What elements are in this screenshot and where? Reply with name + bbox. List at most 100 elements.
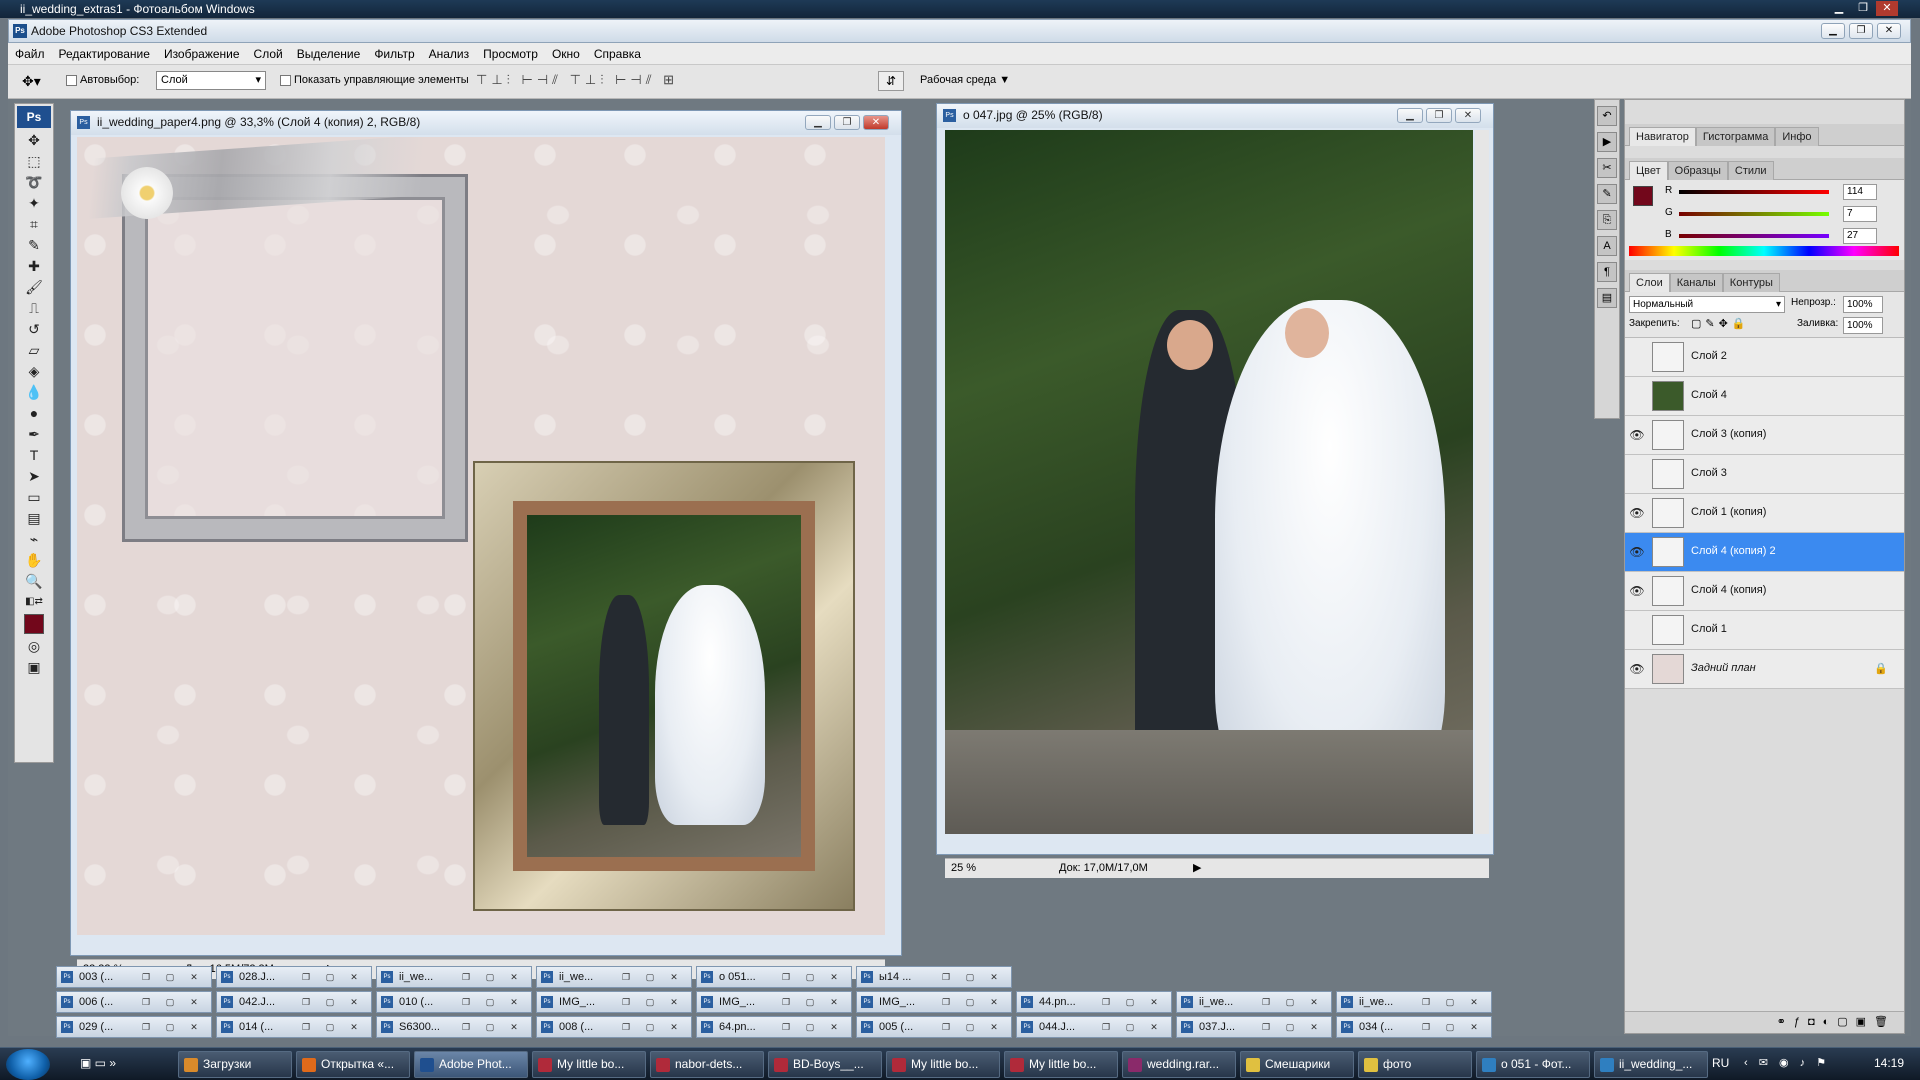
doc1-title-bar[interactable]: Ps ii_wedding_paper4.png @ 33,3% (Слой 4… bbox=[71, 111, 901, 135]
close-icon[interactable]: ✕ bbox=[505, 995, 523, 1009]
doc2-maximize-icon[interactable]: ❐ bbox=[1426, 108, 1452, 123]
taskbar-item[interactable]: о 051 - Фот... bbox=[1476, 1051, 1590, 1078]
maximize-icon[interactable]: ▢ bbox=[1121, 995, 1139, 1009]
restore-icon[interactable]: ❐ bbox=[777, 995, 795, 1009]
maximize-icon[interactable]: ▢ bbox=[641, 1020, 659, 1034]
ps-minimize-icon[interactable]: ▁ bbox=[1821, 23, 1845, 39]
restore-icon[interactable]: ❐ bbox=[457, 1020, 475, 1034]
tab-navigator[interactable]: Навигатор bbox=[1629, 127, 1696, 146]
taskbar-item[interactable]: My little bo... bbox=[1004, 1051, 1118, 1078]
layer-row[interactable]: Слой 1 bbox=[1625, 611, 1904, 650]
minimized-doc[interactable]: Ps ii_we... ❐ ▢ ✕ bbox=[376, 966, 532, 988]
restore-icon[interactable]: ❐ bbox=[1097, 995, 1115, 1009]
doc1-maximize-icon[interactable]: ❐ bbox=[834, 115, 860, 130]
notes-tool-icon[interactable]: ▤ bbox=[21, 508, 47, 528]
maximize-icon[interactable]: ▢ bbox=[641, 995, 659, 1009]
maximize-icon[interactable]: ▢ bbox=[481, 1020, 499, 1034]
foreground-color-swatch[interactable] bbox=[24, 614, 44, 634]
restore-icon[interactable]: ❐ bbox=[617, 995, 635, 1009]
taskbar-item[interactable]: Adobe Phot... bbox=[414, 1051, 528, 1078]
minimized-doc[interactable]: Ps 028.J... ❐ ▢ ✕ bbox=[216, 966, 372, 988]
maximize-icon[interactable]: ▢ bbox=[321, 970, 339, 984]
minimized-doc[interactable]: Ps 010 (... ❐ ▢ ✕ bbox=[376, 991, 532, 1013]
maximize-icon[interactable]: ▢ bbox=[641, 970, 659, 984]
autoselect-select[interactable]: Слой ▾ bbox=[156, 71, 266, 90]
menu-edit[interactable]: Редактирование bbox=[52, 43, 157, 65]
swap-colors-icon[interactable]: ◧⇄ bbox=[21, 592, 47, 612]
doc2-status-arrow-icon[interactable]: ▶ bbox=[1193, 859, 1201, 878]
minimized-doc[interactable]: Ps 029 (... ❐ ▢ ✕ bbox=[56, 1016, 212, 1038]
doc2-vscroll[interactable] bbox=[1475, 130, 1489, 834]
minimized-doc[interactable]: Ps 044.J... ❐ ▢ ✕ bbox=[1016, 1016, 1172, 1038]
paint-bucket-icon[interactable]: ◈ bbox=[21, 361, 47, 381]
bridge-icon[interactable]: ⇵ bbox=[878, 71, 904, 91]
taskbar-item[interactable]: Смешарики bbox=[1240, 1051, 1354, 1078]
tab-styles[interactable]: Стили bbox=[1727, 161, 1774, 180]
crop-tool-icon[interactable]: ⌗ bbox=[21, 214, 47, 234]
eraser-icon[interactable]: ▱ bbox=[21, 340, 47, 360]
taskbar-item[interactable]: Загрузки bbox=[178, 1051, 292, 1078]
visibility-eye-icon[interactable] bbox=[1629, 466, 1645, 482]
minimized-doc[interactable]: Ps 006 (... ❐ ▢ ✕ bbox=[56, 991, 212, 1013]
tab-color[interactable]: Цвет bbox=[1629, 161, 1668, 180]
menu-window[interactable]: Окно bbox=[545, 43, 587, 65]
close-icon[interactable]: ✕ bbox=[985, 995, 1003, 1009]
layer-row[interactable]: 👁 Слой 3 (копия) bbox=[1625, 416, 1904, 455]
screen-mode-icon[interactable]: ▣ bbox=[21, 657, 47, 677]
maximize-icon[interactable]: ▢ bbox=[161, 1020, 179, 1034]
paragraph-icon[interactable]: ¶ bbox=[1597, 262, 1617, 282]
visibility-eye-icon[interactable]: 👁 bbox=[1629, 505, 1645, 521]
visibility-eye-icon[interactable]: 👁 bbox=[1629, 661, 1645, 677]
restore-icon[interactable]: ❐ bbox=[937, 970, 955, 984]
restore-icon[interactable]: ❐ bbox=[137, 1020, 155, 1034]
minimized-doc[interactable]: Ps 003 (... ❐ ▢ ✕ bbox=[56, 966, 212, 988]
marquee-tool-icon[interactable]: ⬚ bbox=[21, 151, 47, 171]
blend-mode-select[interactable]: Нормальный ▾ bbox=[1629, 296, 1785, 313]
show-controls-checkbox[interactable] bbox=[280, 75, 291, 86]
restore-icon[interactable]: ❐ bbox=[617, 1020, 635, 1034]
minimized-doc[interactable]: Ps 005 (... ❐ ▢ ✕ bbox=[856, 1016, 1012, 1038]
ps-close-icon[interactable]: ✕ bbox=[1877, 23, 1901, 39]
taskbar-item[interactable]: My little bo... bbox=[532, 1051, 646, 1078]
minimized-doc[interactable]: Ps 44.pn... ❐ ▢ ✕ bbox=[1016, 991, 1172, 1013]
foreground-swatch[interactable] bbox=[1633, 186, 1653, 206]
visibility-eye-icon[interactable]: 👁 bbox=[1629, 544, 1645, 560]
tab-channels[interactable]: Каналы bbox=[1669, 273, 1723, 292]
minimized-doc[interactable]: Ps IMG_... ❐ ▢ ✕ bbox=[696, 991, 852, 1013]
layer-row[interactable]: 👁 Слой 1 (копия) bbox=[1625, 494, 1904, 533]
type-tool-icon[interactable]: T bbox=[21, 445, 47, 465]
close-icon[interactable]: ✕ bbox=[1465, 995, 1483, 1009]
doc2-close-icon[interactable]: ✕ bbox=[1455, 108, 1481, 123]
maximize-icon[interactable]: ▢ bbox=[321, 995, 339, 1009]
maximize-icon[interactable]: ▢ bbox=[1441, 995, 1459, 1009]
maximize-icon[interactable]: ▢ bbox=[481, 970, 499, 984]
restore-icon[interactable]: ❐ bbox=[137, 995, 155, 1009]
close-icon[interactable]: ✕ bbox=[345, 995, 363, 1009]
lasso-tool-icon[interactable]: ➰ bbox=[21, 172, 47, 192]
eyedropper-icon[interactable]: ✎ bbox=[21, 235, 47, 255]
g-slider[interactable] bbox=[1679, 212, 1829, 216]
b-slider[interactable] bbox=[1679, 234, 1829, 238]
menu-file[interactable]: Файл bbox=[8, 43, 52, 65]
maximize-icon[interactable]: ▢ bbox=[961, 1020, 979, 1034]
character-icon[interactable]: A bbox=[1597, 236, 1617, 256]
restore-icon[interactable]: ❐ bbox=[457, 970, 475, 984]
layer-row[interactable]: 👁 Задний план 🔒 bbox=[1625, 650, 1904, 689]
menu-filter[interactable]: Фильтр bbox=[367, 43, 421, 65]
pen-tool-icon[interactable]: ✒ bbox=[21, 424, 47, 444]
layer-row[interactable]: 👁 Слой 4 (копия) 2 bbox=[1625, 533, 1904, 572]
restore-icon[interactable]: ❐ bbox=[297, 1020, 315, 1034]
close-icon[interactable]: ✕ bbox=[345, 1020, 363, 1034]
close-icon[interactable]: ✕ bbox=[1465, 1020, 1483, 1034]
restore-icon[interactable]: ❐ bbox=[457, 995, 475, 1009]
visibility-eye-icon[interactable] bbox=[1629, 622, 1645, 638]
layers-footer-icons[interactable]: ⚭ƒ◘◐▢▣🗑 bbox=[1625, 1011, 1904, 1033]
visibility-eye-icon[interactable]: 👁 bbox=[1629, 583, 1645, 599]
restore-icon[interactable]: ❐ bbox=[137, 970, 155, 984]
menu-layer[interactable]: Слой bbox=[247, 43, 290, 65]
align-icons[interactable]: ⊤⊥⫶ ⊢⊣⫽ ⊤⊥⫶ ⊢⊣⫽ ⊞ bbox=[476, 72, 678, 88]
close-icon[interactable]: ✕ bbox=[1876, 1, 1898, 16]
restore-icon[interactable]: ❐ bbox=[1257, 995, 1275, 1009]
maximize-icon[interactable]: ▢ bbox=[481, 995, 499, 1009]
zoom-tool-icon[interactable]: 🔍 bbox=[21, 571, 47, 591]
